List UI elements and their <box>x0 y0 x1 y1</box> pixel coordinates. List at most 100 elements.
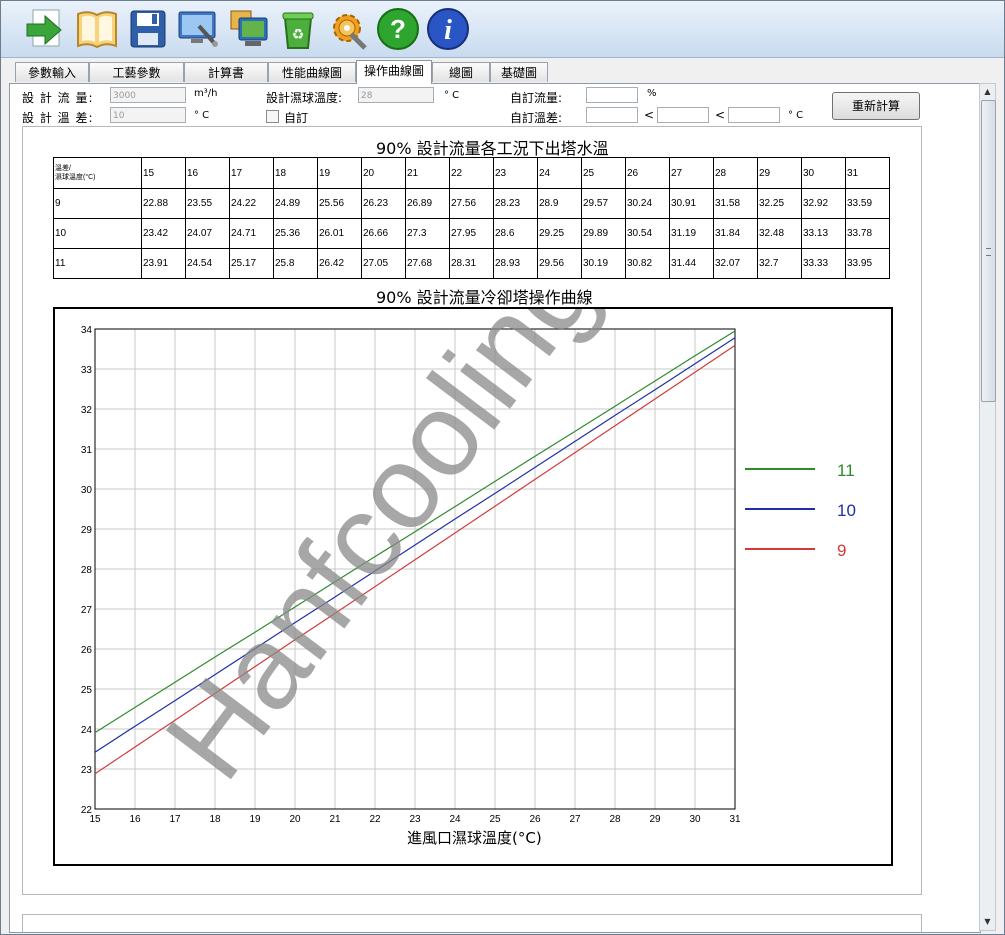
wet-bulb-input[interactable]: 28 <box>358 87 434 103</box>
y-tick-label: 33 <box>81 365 93 376</box>
table-cell: 32.92 <box>801 188 846 219</box>
y-tick-label: 23 <box>81 765 93 776</box>
design-temp-diff-label: 設 計 溫 差: <box>22 111 94 125</box>
wet-bulb-unit: ° C <box>444 90 460 101</box>
table-row: 10 23.42 24.07 24.71 25.36 26.01 26.66 27.3 27.9… <box>53 218 890 249</box>
vertical-scrollbar[interactable]: ▲ ▼ <box>979 83 996 931</box>
table-cell: 30.19 <box>581 248 626 279</box>
x-tick-label: 19 <box>249 814 261 825</box>
tab-param-input[interactable]: 參數輸入 <box>15 62 89 82</box>
y-tick-label: 31 <box>81 445 93 456</box>
gear-wrench-icon[interactable] <box>325 6 371 52</box>
y-tick-label: 24 <box>81 725 93 736</box>
chart-svg: 15 16 17 18 19 20 21 22 23 24 25 26 27 28 29 30 31222324… <box>81 309 856 825</box>
lower-panel <box>22 914 922 932</box>
table-cell: 29.56 <box>537 248 582 279</box>
svg-text:?: ? <box>390 14 406 44</box>
wet-bulb-label: 設計濕球溫度: <box>266 91 343 105</box>
table-col-header: 30 <box>801 157 846 189</box>
tab-performance-curve[interactable]: 性能曲線圖 <box>268 62 356 82</box>
table-row: 9 22.88 23.55 24.22 24.89 25.56 26.23 26.89 27.5… <box>53 188 890 219</box>
recalculate-button[interactable]: 重新計算 <box>832 92 920 120</box>
x-tick-label: 16 <box>129 814 141 825</box>
monitor-tools-icon[interactable] <box>175 6 221 52</box>
table-col-header: 27 <box>669 157 714 189</box>
x-tick-label: 30 <box>689 814 701 825</box>
table-cell: 28.6 <box>493 218 538 249</box>
table-cell: 24.54 <box>185 248 230 279</box>
report-panel: 90% 設計流量各工況下出塔水溫 溫差/ 濕球溫度(°C) 15 16 17 18 19… <box>22 126 922 895</box>
table-col-header: 21 <box>405 157 450 189</box>
table-col-header: 25 <box>581 157 626 189</box>
table-col-header: 23 <box>493 157 538 189</box>
scroll-thumb[interactable] <box>981 100 996 402</box>
x-tick-label: 17 <box>169 814 181 825</box>
toolbar: ♻ ? i <box>1 1 1004 58</box>
table-cell: 27.05 <box>361 248 406 279</box>
tab-process-params[interactable]: 工藝參數 <box>89 62 184 82</box>
table-col-header: 16 <box>185 157 230 189</box>
tab-general-drawing[interactable]: 總圖 <box>432 62 490 82</box>
save-icon[interactable] <box>125 6 171 52</box>
table-cell: 31.44 <box>669 248 714 279</box>
y-tick-label: 29 <box>81 525 93 536</box>
arrow-right-icon[interactable] <box>23 6 69 52</box>
x-tick-label: 25 <box>489 814 501 825</box>
table-col-header: 31 <box>845 157 890 189</box>
table-cell: 33.95 <box>845 248 890 279</box>
custom-checkbox-label: 自訂 <box>284 111 309 125</box>
table-cell: 24.22 <box>229 188 274 219</box>
content-area: 設 計 流 量: 3000 m³/h 設 計 溫 差: 10 ° C 設計濕球溫… <box>9 83 981 933</box>
custom-flow-unit: % <box>647 88 657 99</box>
table-cell: 24.71 <box>229 218 274 249</box>
recycle-icon[interactable]: ♻ <box>275 6 321 52</box>
table-cell: 30.24 <box>625 188 670 219</box>
help-icon[interactable]: ? <box>375 6 421 52</box>
x-tick-label: 29 <box>649 814 661 825</box>
custom-flow-label: 自訂流量: <box>510 91 563 105</box>
table-corner-cell: 溫差/ 濕球溫度(°C) <box>53 157 142 189</box>
custom-temp-diff-input-3[interactable] <box>728 107 780 123</box>
table-cell: 27.95 <box>449 218 494 249</box>
y-tick-label: 28 <box>81 565 93 576</box>
table-cell: 32.48 <box>757 218 802 249</box>
design-flow-label: 設 計 流 量: <box>22 91 94 105</box>
info-icon[interactable]: i <box>425 6 471 52</box>
table-cell: 25.8 <box>273 248 318 279</box>
custom-temp-diff-input-2[interactable] <box>657 107 709 123</box>
table-cell: 31.58 <box>713 188 758 219</box>
custom-checkbox[interactable] <box>266 110 279 123</box>
table-col-header: 28 <box>713 157 758 189</box>
table-cell: 30.54 <box>625 218 670 249</box>
table-cell: 24.07 <box>185 218 230 249</box>
less-than-sign-1: < <box>644 108 655 122</box>
table-cell: 25.36 <box>273 218 318 249</box>
design-flow-unit: m³/h <box>194 88 218 99</box>
tab-calculation-sheet[interactable]: 計算書 <box>184 62 268 82</box>
custom-temp-diff-unit: ° C <box>788 110 804 121</box>
table-cell: 25.56 <box>317 188 362 219</box>
tab-foundation-drawing[interactable]: 基礎圖 <box>490 62 548 82</box>
design-flow-input[interactable]: 3000 <box>110 87 186 103</box>
scroll-up-icon[interactable]: ▲ <box>980 84 995 100</box>
tab-operation-curve[interactable]: 操作曲線圖 <box>356 60 432 84</box>
table-col-header: 17 <box>229 157 274 189</box>
svg-text:i: i <box>444 15 452 46</box>
book-icon[interactable] <box>74 6 120 52</box>
table-cell: 33.78 <box>845 218 890 249</box>
table-col-header: 29 <box>757 157 802 189</box>
y-tick-label: 30 <box>81 485 93 496</box>
x-tick-label: 23 <box>409 814 421 825</box>
custom-flow-input[interactable] <box>586 87 638 103</box>
grip-icon <box>986 248 991 256</box>
table-col-header: 22 <box>449 157 494 189</box>
custom-temp-diff-label: 自訂溫差: <box>510 111 563 125</box>
design-temp-diff-input[interactable]: 10 <box>110 107 186 123</box>
x-axis-label: 進風口濕球溫度(°C) <box>407 829 542 847</box>
svg-text:♻: ♻ <box>292 27 305 43</box>
custom-temp-diff-input-1[interactable] <box>586 107 638 123</box>
table-cell: 26.01 <box>317 218 362 249</box>
scroll-down-icon[interactable]: ▼ <box>980 914 995 930</box>
computer-icon[interactable] <box>225 6 271 52</box>
y-tick-label: 32 <box>81 405 93 416</box>
